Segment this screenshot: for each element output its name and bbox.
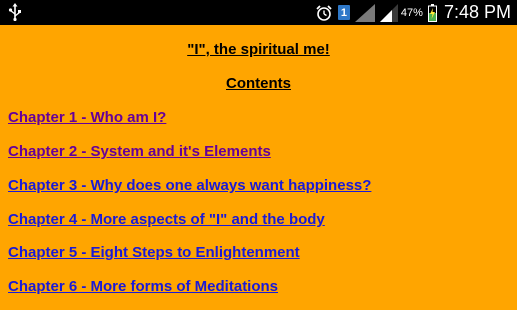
sim-1-icon: 1 [337, 5, 350, 20]
page-content: "I", the spiritual me! Contents Chapter … [0, 25, 517, 310]
chapter-1-link[interactable]: Chapter 1 - Who am I? [8, 109, 166, 126]
signal-gray-icon [354, 3, 375, 22]
status-clock: 7:48 PM [443, 2, 511, 22]
status-icons: 1 47% 7:48 PM [315, 0, 511, 25]
page-title: "I", the spiritual me! [187, 41, 330, 58]
chapter-4-link[interactable]: Chapter 4 - More aspects of "I" and the … [8, 211, 325, 228]
battery-charging-icon [427, 3, 437, 22]
contents-heading: Contents [226, 75, 291, 92]
battery-percent: 47% [400, 6, 423, 19]
chapter-2-link[interactable]: Chapter 2 - System and it's Elements [8, 143, 271, 160]
status-bar: 1 47% 7:48 PM [0, 0, 517, 25]
chapter-5-link[interactable]: Chapter 5 - Eight Steps to Enlightenment [8, 244, 300, 261]
signal-icon [379, 3, 398, 22]
chapter-3-link[interactable]: Chapter 3 - Why does one always want hap… [8, 177, 371, 194]
chapter-6-link[interactable]: Chapter 6 - More forms of Meditations [8, 278, 278, 295]
usb-icon [8, 3, 21, 21]
alarm-clock-icon [316, 4, 332, 21]
